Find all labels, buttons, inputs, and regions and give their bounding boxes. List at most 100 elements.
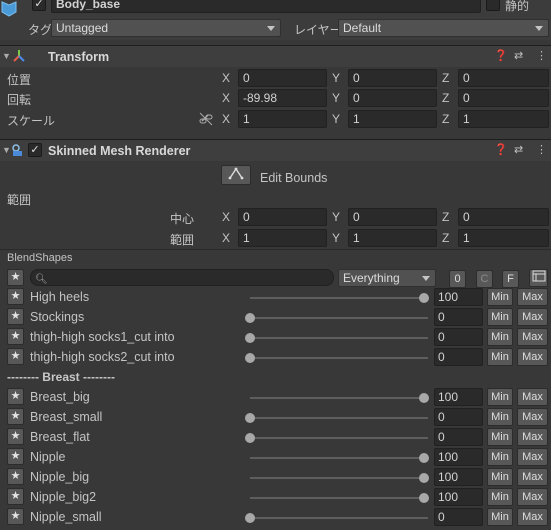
min-button[interactable]: Min (487, 348, 513, 366)
center-x-input[interactable]: 0 (238, 208, 327, 226)
max-button[interactable]: Max (517, 308, 548, 326)
blendshape-slider-thumb[interactable] (419, 493, 429, 503)
extent-y-input[interactable]: 1 (348, 229, 437, 247)
blendshape-slider-track[interactable] (250, 517, 428, 519)
tag-dropdown[interactable]: Untagged (51, 19, 281, 37)
blendshape-slider-track[interactable] (250, 417, 428, 419)
blendshape-slider-thumb[interactable] (419, 393, 429, 403)
favorite-star-button[interactable]: ★ (7, 328, 24, 345)
blendshape-slider-track[interactable] (250, 357, 428, 359)
min-button[interactable]: Min (487, 308, 513, 326)
blendshape-value-input[interactable]: 0 (434, 508, 483, 526)
blendshape-value-input[interactable]: 100 (434, 388, 483, 406)
blendshape-slider-thumb[interactable] (245, 413, 255, 423)
favorite-star-button[interactable]: ★ (7, 348, 24, 365)
favorite-star-button[interactable]: ★ (7, 448, 24, 465)
axis-label-y[interactable]: Y (332, 231, 340, 245)
blendshape-value-input[interactable]: 100 (434, 288, 483, 306)
favorite-star-button[interactable]: ★ (7, 408, 24, 425)
max-button[interactable]: Max (517, 348, 548, 366)
transform-z-input[interactable]: 0 (458, 69, 549, 87)
axis-label-z[interactable]: Z (442, 112, 449, 126)
transform-y-input[interactable]: 0 (348, 89, 437, 107)
favorite-star-button[interactable]: ★ (7, 468, 24, 485)
favorite-star-button[interactable]: ★ (7, 488, 24, 505)
favorite-star-button[interactable]: ★ (7, 308, 24, 325)
min-button[interactable]: Min (487, 488, 513, 506)
axis-label-x[interactable]: X (222, 210, 230, 224)
help-icon[interactable]: ❓ (494, 49, 508, 62)
blendshape-slider-thumb[interactable] (419, 473, 429, 483)
favorite-star-button[interactable]: ★ (7, 508, 24, 525)
blendshape-slider-thumb[interactable] (245, 353, 255, 363)
blendshape-slider-track[interactable] (250, 437, 428, 439)
blendshape-slider-thumb[interactable] (419, 453, 429, 463)
more-options-icon[interactable]: ⋮ (536, 143, 547, 156)
axis-label-x[interactable]: X (222, 112, 230, 126)
blendshape-slider-track[interactable] (250, 317, 428, 319)
static-checkbox[interactable] (486, 0, 500, 11)
min-button[interactable]: Min (487, 388, 513, 406)
help-icon[interactable]: ❓ (494, 143, 508, 156)
max-button[interactable]: Max (517, 428, 548, 446)
blendshape-slider-thumb[interactable] (245, 313, 255, 323)
center-z-input[interactable]: 0 (458, 208, 549, 226)
axis-label-x[interactable]: X (222, 231, 230, 245)
transform-x-input[interactable]: -89.98 (238, 89, 327, 107)
blendshape-slider-thumb[interactable] (245, 433, 255, 443)
favorite-star-button[interactable]: ★ (7, 288, 24, 305)
max-button[interactable]: Max (517, 408, 548, 426)
blendshape-search-input[interactable]: 🔍︎ (30, 269, 334, 286)
min-button[interactable]: Min (487, 468, 513, 486)
constrain-proportions-icon[interactable] (199, 112, 213, 129)
transform-y-input[interactable]: 0 (348, 69, 437, 87)
blendshape-slider-track[interactable] (250, 497, 428, 499)
max-button[interactable]: Max (517, 328, 548, 346)
blendshape-slider-thumb[interactable] (245, 513, 255, 523)
preset-icon[interactable]: ⇄ (514, 143, 523, 156)
blendshape-slider-track[interactable] (250, 337, 428, 339)
max-button[interactable]: Max (517, 288, 548, 306)
favorites-toggle-button[interactable]: ★ (7, 269, 24, 286)
axis-label-y[interactable]: Y (332, 71, 340, 85)
favorite-star-button[interactable]: ★ (7, 388, 24, 405)
smr-enabled-checkbox[interactable]: ✓ (28, 143, 42, 157)
preset-icon[interactable]: ⇄ (514, 49, 523, 62)
transform-z-input[interactable]: 1 (458, 110, 549, 128)
blendshape-value-input[interactable]: 100 (434, 448, 483, 466)
options-menu-button[interactable] (529, 269, 548, 287)
active-checkbox[interactable]: ✓ (32, 0, 46, 11)
blendshape-slider-thumb[interactable] (245, 333, 255, 343)
max-button[interactable]: Max (517, 448, 548, 466)
transform-x-input[interactable]: 1 (238, 110, 327, 128)
axis-label-z[interactable]: Z (442, 231, 449, 245)
axis-label-y[interactable]: Y (332, 112, 340, 126)
axis-label-y[interactable]: Y (332, 91, 340, 105)
blendshape-value-input[interactable]: 0 (434, 308, 483, 326)
edit-bounds-button[interactable] (221, 165, 251, 185)
blendshape-slider-track[interactable] (250, 397, 428, 399)
min-button[interactable]: Min (487, 328, 513, 346)
blendshape-slider-thumb[interactable] (419, 293, 429, 303)
favorite-filter-button[interactable]: F (502, 270, 519, 288)
blendshape-filter-dropdown[interactable]: Everything (338, 269, 436, 287)
axis-label-z[interactable]: Z (442, 210, 449, 224)
blendshape-slider-track[interactable] (250, 477, 428, 479)
transform-x-input[interactable]: 0 (238, 69, 327, 87)
object-name-input[interactable]: Body_base (51, 0, 481, 13)
layer-dropdown[interactable]: Default (338, 19, 549, 37)
axis-label-z[interactable]: Z (442, 71, 449, 85)
favorite-star-button[interactable]: ★ (7, 428, 24, 445)
axis-label-x[interactable]: X (222, 71, 230, 85)
axis-label-y[interactable]: Y (332, 210, 340, 224)
transform-header[interactable]: ▼ Transform ❓ ⇄ ⋮ (0, 45, 551, 67)
blendshape-value-input[interactable]: 0 (434, 328, 483, 346)
blendshape-value-input[interactable]: 0 (434, 428, 483, 446)
transform-z-input[interactable]: 0 (458, 89, 549, 107)
blendshape-value-input[interactable]: 100 (434, 488, 483, 506)
min-button[interactable]: Min (487, 428, 513, 446)
max-button[interactable]: Max (517, 468, 548, 486)
max-button[interactable]: Max (517, 388, 548, 406)
max-button[interactable]: Max (517, 488, 548, 506)
extent-z-input[interactable]: 1 (458, 229, 549, 247)
